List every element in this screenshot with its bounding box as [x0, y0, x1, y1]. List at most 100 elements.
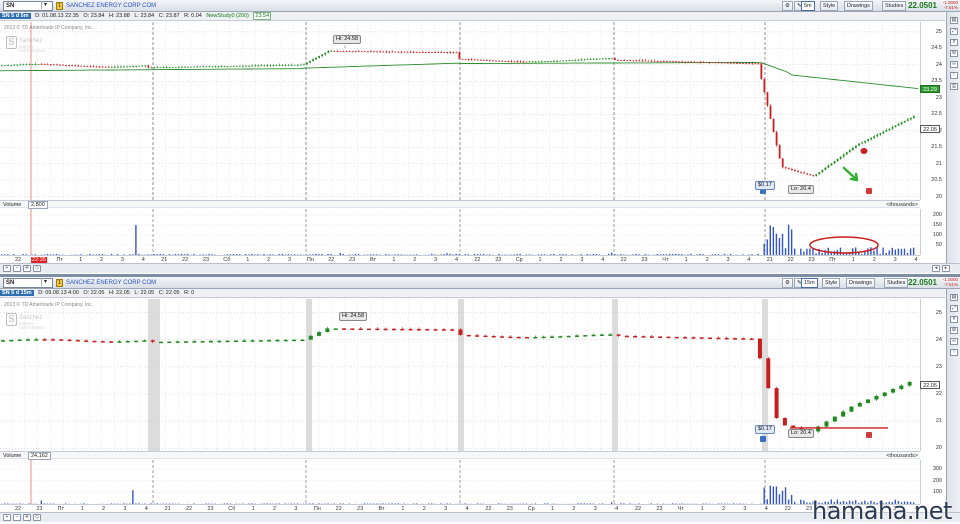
- drawings-button[interactable]: Drawings: [846, 278, 875, 288]
- candle-body: [327, 51, 330, 53]
- candle-body: [870, 137, 873, 140]
- candle-body: [629, 60, 632, 62]
- candle-body: [144, 65, 147, 67]
- print-icon[interactable]: ⎙: [950, 83, 958, 90]
- style-label: Style: [825, 280, 838, 286]
- crosshair-icon[interactable]: ✛: [23, 265, 31, 272]
- candle-body: [678, 61, 680, 63]
- volume-chart-15m[interactable]: [0, 460, 920, 504]
- candle-body: [229, 65, 232, 67]
- zoom-in-icon[interactable]: +: [3, 514, 11, 521]
- candle-body: [187, 66, 189, 68]
- volume-bar: [809, 248, 811, 255]
- alert-icon[interactable]: !: [950, 72, 958, 79]
- alert-icon[interactable]: !: [950, 349, 958, 356]
- candle-body: [283, 339, 288, 342]
- zoom-out-icon[interactable]: −: [13, 514, 21, 521]
- studies-button[interactable]: Studies: [882, 1, 907, 11]
- chart-symbol-tag[interactable]: SN 5 d 5m: [0, 13, 31, 19]
- candle-body: [25, 64, 28, 66]
- grid-icon[interactable]: #: [950, 39, 958, 46]
- ohlc-infobar: SN 5 d 15m D: 09.08.13 4:00 O: 22.05 H: …: [0, 289, 945, 298]
- candle-body: [824, 421, 829, 427]
- link-group-icon[interactable]: 1: [56, 2, 63, 10]
- time-axis[interactable]: 22 22:35 Пт 1 2 3 4 21 22 23 Сб 1 2 3 Пн 22 23 Вт 1 2 3 4 22 23…: [0, 255, 920, 263]
- candle-body: [757, 338, 762, 359]
- candle-body: [400, 51, 403, 53]
- chart-settings-icon[interactable]: ⚙: [782, 1, 793, 11]
- price-chart-15m[interactable]: [0, 299, 920, 451]
- candle-body: [836, 158, 839, 162]
- zoom-in-icon[interactable]: +: [3, 265, 11, 272]
- chart-pane-top: SN ▾ 1 SANCHEZ ENERGY CORP COM ⚙ ✎ 5m St…: [0, 0, 960, 274]
- event-icon: [866, 432, 872, 438]
- chart-settings-icon[interactable]: ⚙: [782, 278, 793, 288]
- scroll-left-icon[interactable]: ◂: [932, 265, 940, 272]
- volume-bar: [775, 486, 778, 504]
- volume-chart-5m[interactable]: [0, 209, 920, 255]
- panel-icon[interactable]: ▤: [950, 294, 958, 301]
- time-axis[interactable]: 22 23 Пт 1 2 3 4 21 22 23 Сб 1 2 3 Пн 22 23 Вт 1 2 3 4 22 23 Ср 1…: [0, 504, 920, 512]
- price-axis[interactable]: 25 24 23 22 21 20: [920, 299, 945, 451]
- symbol-dropdown-icon[interactable]: ▾: [41, 278, 49, 286]
- candle-body: [324, 52, 327, 55]
- y-tick-label: 22: [935, 391, 942, 397]
- candle-body: [874, 396, 879, 400]
- studies-button[interactable]: Studies: [884, 278, 909, 288]
- price-chart-5m[interactable]: [0, 22, 920, 200]
- candle-body: [1, 65, 3, 67]
- crosshair-icon[interactable]: ✛: [23, 514, 31, 521]
- chart-toolbar: SN ▾ 1 SANCHEZ ENERGY CORP COM ⚙ ✎ 5m St…: [0, 0, 960, 12]
- y-tick-label: 21: [935, 160, 942, 167]
- candle-body: [375, 328, 380, 331]
- candle-body: [791, 425, 796, 428]
- candle-body: [604, 58, 607, 60]
- expand-icon[interactable]: ⤢: [950, 305, 958, 312]
- style-button[interactable]: Style: [822, 278, 841, 288]
- settings-icon[interactable]: ⚙: [950, 327, 958, 334]
- candle-body: [55, 64, 58, 66]
- panel-icon[interactable]: ▤: [950, 17, 958, 24]
- copyright-text: 2013 © TD Ameritrade IP Company, Inc.: [4, 302, 94, 308]
- candle-body: [382, 51, 385, 53]
- scroll-right-icon[interactable]: ▸: [942, 265, 950, 272]
- green-arrow: [842, 166, 859, 182]
- grid-icon[interactable]: #: [950, 316, 958, 323]
- candle-body: [729, 62, 732, 64]
- candle-body: [745, 63, 747, 65]
- interval-selector[interactable]: 5m: [801, 1, 815, 11]
- candle-body: [537, 61, 540, 63]
- candle-body: [726, 62, 729, 64]
- symbol-dropdown-icon[interactable]: ▾: [41, 1, 49, 9]
- expand-icon[interactable]: ⤢: [950, 28, 958, 35]
- fit-icon[interactable]: ◇: [33, 514, 41, 521]
- candle-body: [266, 65, 269, 67]
- candle-body: [757, 63, 760, 65]
- study-name[interactable]: NewStudy0 (200): [206, 13, 249, 19]
- zoom-out-icon[interactable]: −: [13, 265, 21, 272]
- candle-body: [275, 65, 278, 66]
- style-button[interactable]: Style: [820, 1, 839, 11]
- volume-tick-label: 100: [932, 232, 942, 238]
- candle-body: [147, 65, 150, 68]
- link-group-icon[interactable]: 1: [56, 279, 63, 287]
- candle-body: [217, 66, 220, 68]
- candle-body: [724, 337, 729, 340]
- studies-label: Studies: [885, 3, 904, 9]
- candle-body: [354, 51, 357, 53]
- settings-icon[interactable]: ⚙: [950, 50, 958, 57]
- interval-selector[interactable]: 15m: [801, 278, 818, 288]
- price-axis[interactable]: 2524.52423.52322.52221.52120.520: [920, 22, 945, 200]
- volume-bar: [790, 494, 793, 504]
- candle-body: [258, 340, 263, 342]
- candle-body: [899, 385, 904, 390]
- chart-symbol-tag[interactable]: SN 5 d 15m: [0, 290, 34, 296]
- candle-body: [558, 336, 563, 338]
- drawings-button[interactable]: Drawings: [844, 1, 873, 11]
- info-low: L: 22.05: [134, 290, 155, 296]
- link-icon[interactable]: ∞: [950, 338, 958, 345]
- candle-body: [421, 51, 424, 53]
- link-icon[interactable]: ∞: [950, 61, 958, 68]
- candle-body: [92, 66, 95, 68]
- fit-icon[interactable]: ◇: [33, 265, 41, 272]
